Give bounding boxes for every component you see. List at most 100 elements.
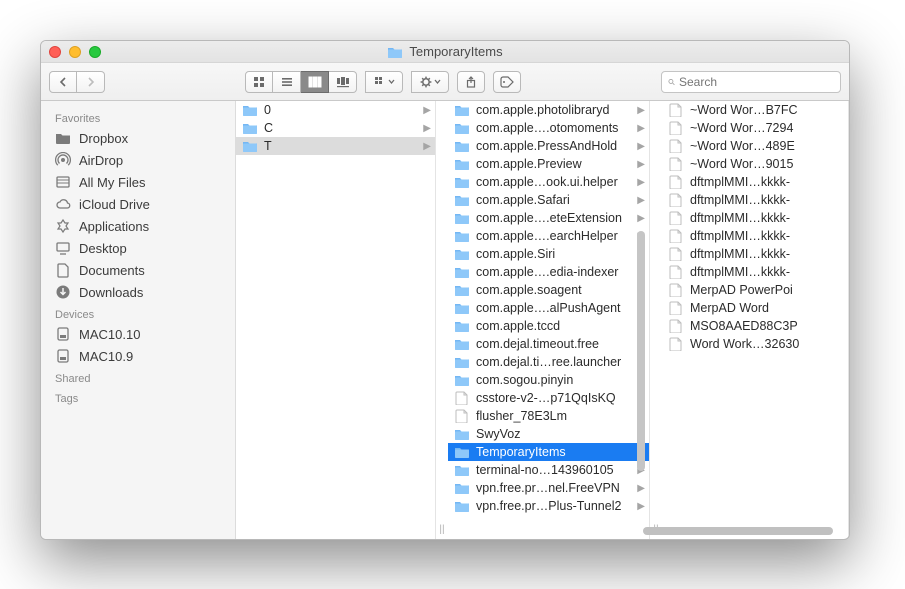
file-icon	[668, 211, 684, 225]
zoom-button[interactable]	[89, 46, 101, 58]
forward-button[interactable]	[77, 71, 105, 93]
scrollbar-thumb[interactable]	[643, 527, 833, 535]
column-row[interactable]: ~Word Wor…B7FC	[662, 101, 848, 119]
column-row[interactable]: Word Work…32630	[662, 335, 848, 353]
column-row[interactable]: dftmplMMI…kkkk-	[662, 227, 848, 245]
body: FavoritesDropboxAirDropAll My FilesiClou…	[41, 101, 849, 539]
action-button[interactable]	[411, 71, 449, 93]
column-row[interactable]: C▶	[236, 119, 435, 137]
row-label: com.dejal.timeout.free	[476, 337, 631, 351]
column-row[interactable]: TemporaryItems▶	[448, 443, 649, 461]
column-row[interactable]: com.apple.tccd▶	[448, 317, 649, 335]
column-row[interactable]: dftmplMMI…kkkk-	[662, 263, 848, 281]
row-label: com.apple…ook.ui.helper	[476, 175, 631, 189]
column-row[interactable]: ~Word Wor…489E	[662, 137, 848, 155]
chevron-right-icon: ▶	[637, 141, 645, 152]
back-button[interactable]	[49, 71, 77, 93]
column-row[interactable]: dftmplMMI…kkkk-	[662, 209, 848, 227]
row-label: com.apple….edia-indexer	[476, 265, 631, 279]
arrange-button[interactable]	[365, 71, 403, 93]
column-row[interactable]: vpn.free.pr…nel.FreeVPN▶	[448, 479, 649, 497]
column-row[interactable]: MerpAD PowerPoi	[662, 281, 848, 299]
search-input[interactable]	[679, 75, 834, 89]
column-row[interactable]: com.apple….edia-indexer▶	[448, 263, 649, 281]
share-button[interactable]	[457, 71, 485, 93]
tags-button[interactable]	[493, 71, 521, 93]
column-row[interactable]: vpn.free.pr…Plus-Tunnel2▶	[448, 497, 649, 515]
row-label: dftmplMMI…kkkk-	[690, 211, 844, 225]
file-icon	[668, 121, 684, 135]
column-row[interactable]: com.apple.Preview▶	[448, 155, 649, 173]
row-label: com.apple.photolibraryd	[476, 103, 631, 117]
sidebar-item-downloads[interactable]: Downloads	[41, 281, 235, 303]
row-label: vpn.free.pr…nel.FreeVPN	[476, 481, 631, 495]
column-row[interactable]: com.apple….alPushAgent▶	[448, 299, 649, 317]
column-row[interactable]: dftmplMMI…kkkk-	[662, 191, 848, 209]
column-row[interactable]: csstore-v2-…p71QqIsKQ	[448, 389, 649, 407]
chevron-right-icon: ▶	[637, 501, 645, 512]
column-row[interactable]: com.apple.PressAndHold▶	[448, 137, 649, 155]
column-row[interactable]: dftmplMMI…kkkk-	[662, 245, 848, 263]
horizontal-scrollbar[interactable]	[536, 527, 833, 535]
sidebar-item-desktop[interactable]: Desktop	[41, 237, 235, 259]
column-row[interactable]: MerpAD Word	[662, 299, 848, 317]
column-row[interactable]: com.dejal.ti…ree.launcher▶	[448, 353, 649, 371]
column-row[interactable]: com.apple.Safari▶	[448, 191, 649, 209]
column-row[interactable]: com.apple…ook.ui.helper▶	[448, 173, 649, 191]
sidebar-item-mac10-10[interactable]: MAC10.10	[41, 323, 235, 345]
vertical-scrollbar[interactable]	[637, 231, 645, 471]
view-list-button[interactable]	[273, 71, 301, 93]
row-label: com.apple….earchHelper	[476, 229, 631, 243]
download-icon	[55, 284, 71, 300]
column-row[interactable]: com.dejal.timeout.free▶	[448, 335, 649, 353]
sidebar-item-airdrop[interactable]: AirDrop	[41, 149, 235, 171]
folder-icon	[454, 463, 470, 477]
minimize-button[interactable]	[69, 46, 81, 58]
column-row[interactable]: SwyVoz▶	[448, 425, 649, 443]
column-2[interactable]: com.apple.photolibraryd▶com.apple….otomo…	[448, 101, 650, 539]
column-row[interactable]: ~Word Wor…9015	[662, 155, 848, 173]
column-row[interactable]: com.apple.photolibraryd▶	[448, 101, 649, 119]
column-resize-handle[interactable]: ||	[436, 101, 448, 539]
column-3[interactable]: ~Word Wor…B7FC ~Word Wor…7294~Word Wor…48…	[662, 101, 849, 539]
view-icon-button[interactable]	[245, 71, 273, 93]
file-icon	[454, 391, 470, 405]
sidebar-item-all-my-files[interactable]: All My Files	[41, 171, 235, 193]
column-row[interactable]: com.apple….earchHelper▶	[448, 227, 649, 245]
sidebar-item-label: MAC10.10	[79, 327, 140, 342]
column-resize-handle[interactable]: ||	[650, 101, 662, 539]
file-icon	[668, 265, 684, 279]
row-label: SwyVoz	[476, 427, 631, 441]
column-row[interactable]: dftmplMMI…kkkk-	[662, 173, 848, 191]
column-row[interactable]: com.apple.Siri▶	[448, 245, 649, 263]
column-row[interactable]: MSO8AAED88C3P	[662, 317, 848, 335]
row-label: dftmplMMI…kkkk-	[690, 265, 844, 279]
folder-icon	[454, 481, 470, 495]
folder-icon	[454, 265, 470, 279]
file-icon	[668, 319, 684, 333]
column-row[interactable]: T▶	[236, 137, 435, 155]
sidebar-item-documents[interactable]: Documents	[41, 259, 235, 281]
column-row[interactable]: terminal-no…143960105▶	[448, 461, 649, 479]
row-label: com.apple.soagent	[476, 283, 631, 297]
column-row[interactable]: com.apple….otomoments▶	[448, 119, 649, 137]
close-button[interactable]	[49, 46, 61, 58]
sidebar-item-applications[interactable]: Applications	[41, 215, 235, 237]
row-label: MerpAD Word	[690, 301, 844, 315]
column-row[interactable]: com.apple.soagent▶	[448, 281, 649, 299]
search-field[interactable]	[661, 71, 841, 93]
disk-icon	[55, 326, 71, 342]
view-columns-button[interactable]	[301, 71, 329, 93]
column-row[interactable]: flusher_78E3Lm	[448, 407, 649, 425]
column-1[interactable]: 0▶C▶T▶	[236, 101, 436, 539]
column-row[interactable]: com.sogou.pinyin▶	[448, 371, 649, 389]
sidebar-item-label: MAC10.9	[79, 349, 133, 364]
view-coverflow-button[interactable]	[329, 71, 357, 93]
column-row[interactable]: com.apple….eteExtension▶	[448, 209, 649, 227]
column-row[interactable]: 0▶	[236, 101, 435, 119]
sidebar-item-dropbox[interactable]: Dropbox	[41, 127, 235, 149]
column-row[interactable]: ~Word Wor…7294	[662, 119, 848, 137]
row-label: ~Word Wor…B7FC	[690, 103, 844, 117]
sidebar-item-mac10-9[interactable]: MAC10.9	[41, 345, 235, 367]
sidebar-item-icloud-drive[interactable]: iCloud Drive	[41, 193, 235, 215]
